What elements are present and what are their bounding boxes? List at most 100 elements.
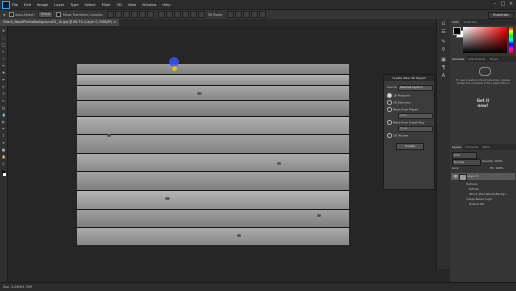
- clone-source-icon[interactable]: ⚲: [441, 47, 447, 53]
- eyedropper-tool-icon[interactable]: ✒: [2, 64, 6, 68]
- opacity-control[interactable]: Opacity: 100%: [482, 159, 502, 163]
- tab-color[interactable]: Color: [450, 19, 462, 25]
- dodge-tool-icon[interactable]: ◐: [2, 120, 6, 124]
- hue-slider[interactable]: [509, 27, 513, 53]
- distribute-buttons[interactable]: [157, 11, 205, 18]
- layer-row[interactable]: 👁 Layer 0: [451, 173, 515, 181]
- menu-select[interactable]: Select: [85, 3, 96, 7]
- source-label: Source:: [387, 85, 398, 89]
- maximize-icon[interactable]: □: [500, 1, 506, 7]
- wood-plank: [77, 191, 349, 210]
- zoom-tool-icon[interactable]: ⚲: [2, 162, 6, 166]
- preset-select[interactable]: Cube: [398, 113, 433, 119]
- auto-select-checkbox[interactable]: Auto-Select:: [8, 12, 35, 17]
- path-select-tool-icon[interactable]: ➤: [2, 141, 6, 145]
- 3d-mode-buttons[interactable]: [226, 11, 266, 18]
- history-panel-icon[interactable]: ⎌: [441, 21, 447, 27]
- brush-panel-icon[interactable]: ✎: [441, 39, 447, 45]
- tab-adjustments[interactable]: Adjustments: [466, 56, 488, 62]
- layer-sub-default-ibl[interactable]: Default IBL: [469, 202, 484, 206]
- layer-thumbnail: [459, 174, 467, 181]
- paragraph-panel-icon[interactable]: ¶: [441, 65, 447, 71]
- wood-plank: [77, 172, 349, 191]
- create-3d-object-dialog: Create New 3D Object Source: Selected La…: [383, 74, 435, 190]
- tab-paths[interactable]: Paths: [480, 144, 492, 150]
- character-panel-icon[interactable]: A: [441, 73, 447, 79]
- menu-file[interactable]: File: [12, 3, 18, 7]
- color-field[interactable]: [463, 27, 507, 53]
- align-buttons[interactable]: [106, 11, 154, 18]
- wood-plank: [77, 117, 349, 135]
- visibility-eye-icon[interactable]: 👁: [453, 173, 458, 180]
- hand-tool-icon[interactable]: ✋: [2, 155, 6, 159]
- wood-knot: [237, 234, 241, 237]
- menu-help[interactable]: Help: [162, 3, 170, 7]
- libraries-message: To use Creative Cloud Libraries, please …: [455, 78, 511, 86]
- foreground-color-swatch[interactable]: [453, 27, 461, 35]
- option-mesh-from-depth-map[interactable]: Mesh From Depth Map: [387, 120, 424, 125]
- tab-styles[interactable]: Styles: [488, 56, 500, 62]
- menu-edit[interactable]: Edit: [24, 3, 31, 7]
- history-brush-tool-icon[interactable]: ↺: [2, 92, 6, 96]
- libraries-panel-tabs: Libraries Adjustments Styles: [450, 56, 516, 62]
- background-color-swatch[interactable]: [3, 173, 6, 176]
- brush-tool-icon[interactable]: ✏: [2, 78, 6, 82]
- tab-channels[interactable]: Channels: [463, 144, 480, 150]
- create-button[interactable]: Create: [396, 143, 424, 150]
- workspace-switcher[interactable]: Essentials: [488, 11, 514, 19]
- crop-tool-icon[interactable]: ⌗: [2, 57, 6, 61]
- eraser-tool-icon[interactable]: ▭: [2, 99, 6, 103]
- 3d-mode-label: 3D Mode:: [207, 12, 223, 17]
- layer-sub-textures[interactable]: Textures: [466, 182, 478, 186]
- wood-knot: [277, 162, 281, 165]
- 3d-panel-icon[interactable]: ▣: [441, 57, 447, 63]
- show-transform-checkbox[interactable]: Show Transform Controls: [56, 12, 103, 17]
- pen-tool-icon[interactable]: ✒: [2, 127, 6, 131]
- option-3d-volume[interactable]: 3D Volume: [387, 133, 408, 138]
- menu-3d[interactable]: 3D: [117, 3, 122, 7]
- option-3d-extrusion[interactable]: 3D Extrusion: [387, 100, 411, 105]
- minimize-icon[interactable]: –: [492, 1, 498, 7]
- document-canvas[interactable]: [77, 64, 349, 245]
- close-icon[interactable]: ×: [508, 1, 514, 7]
- menu-layer[interactable]: Layer: [54, 3, 64, 7]
- tools-panel: ✥ ⬚ ◯ ✎ ⌗ ✒ ✚ ✏ ⚲ ↺ ▭ ▤ 💧 ◐ ✒ T ➤ ■ ✋ ⚲: [0, 26, 8, 282]
- quick-select-tool-icon[interactable]: ✎: [2, 50, 6, 54]
- blend-mode-select[interactable]: Normal: [452, 159, 481, 166]
- wood-knot: [165, 197, 170, 200]
- depth-map-select[interactable]: Plane: [398, 126, 433, 132]
- document-tab[interactable]: iStock_WoodPlanksBackground01_1k.jpg @ 6…: [0, 19, 120, 26]
- layer-sub-diffuse[interactable]: Diffuse: [469, 187, 479, 191]
- gradient-tool-icon[interactable]: ▤: [2, 106, 6, 110]
- tab-layers[interactable]: Layers: [450, 144, 464, 150]
- blur-tool-icon[interactable]: 💧: [2, 113, 6, 117]
- menu-filter[interactable]: Filter: [102, 3, 111, 7]
- source-select[interactable]: Selected Layer(s): [398, 85, 433, 91]
- menu-view[interactable]: View: [128, 3, 137, 7]
- type-tool-icon[interactable]: T: [2, 134, 6, 138]
- wood-knot: [107, 134, 111, 137]
- auto-select-target-select[interactable]: Group: [37, 11, 54, 18]
- fill-control[interactable]: Fill: 100%: [490, 166, 504, 170]
- shape-tool-icon[interactable]: ■: [2, 148, 6, 152]
- layer-sub-ibl[interactable]: Image Based Light: [466, 197, 492, 201]
- option-3d-postcard[interactable]: 3D Postcard: [387, 93, 410, 98]
- layer-sub-texture-file[interactable]: iStock_WoodPlanksBackgr...: [469, 192, 508, 196]
- healing-tool-icon[interactable]: ✚: [2, 71, 6, 75]
- menu-type[interactable]: Type: [70, 3, 78, 7]
- properties-panel-icon[interactable]: ☰: [441, 29, 447, 35]
- menu-window[interactable]: Window: [142, 3, 156, 7]
- tab-libraries[interactable]: Libraries: [450, 56, 467, 62]
- move-tool-icon[interactable]: ✥: [2, 29, 6, 33]
- creative-cloud-icon: [479, 67, 491, 76]
- filter-kind-select[interactable]: Kind: [452, 152, 477, 159]
- lasso-tool-icon[interactable]: ◯: [2, 43, 6, 47]
- tab-swatches[interactable]: Swatches: [461, 19, 478, 25]
- photoshop-logo-icon: [2, 0, 10, 9]
- move-tool-icon[interactable]: ✥: [3, 13, 6, 17]
- menu-image[interactable]: Image: [37, 3, 48, 7]
- marquee-tool-icon[interactable]: ⬚: [2, 36, 6, 40]
- get-it-now-link[interactable]: Get it now!: [472, 98, 494, 108]
- clone-stamp-tool-icon[interactable]: ⚲: [2, 85, 6, 89]
- option-mesh-from-preset[interactable]: Mesh From Preset: [387, 107, 418, 112]
